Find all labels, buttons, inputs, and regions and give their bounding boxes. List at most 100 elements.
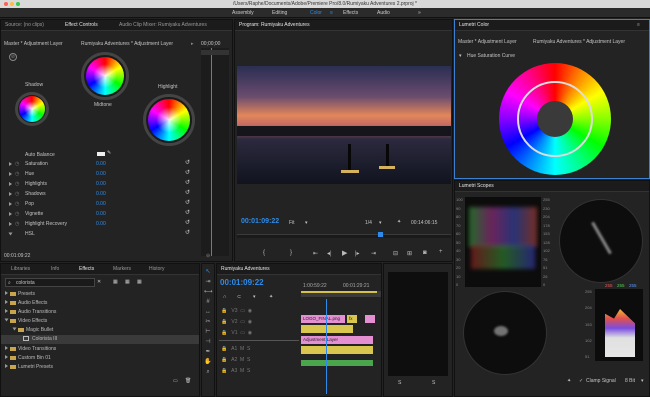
reset-icon[interactable]: ↺ [185,199,190,206]
snap-icon[interactable]: ∩ [223,294,227,300]
clip-v2[interactable] [301,325,353,333]
clip-adjustment-layer[interactable]: Adjustment Layer [301,336,373,344]
stopwatch-icon[interactable]: ◷ [15,161,19,167]
track-v3-header[interactable]: 🔒 V3 ▭ ◉ [221,308,252,314]
resolution-dropdown[interactable]: 1/4 [365,220,372,226]
hue-sat-collapse-icon[interactable]: ▾ [459,53,462,59]
expand-vignette-icon[interactable] [9,212,12,216]
new-bin-icon[interactable]: ▭ [173,378,178,384]
timeline-settings-icon[interactable]: ✦ [269,294,273,300]
tab-info[interactable]: Info [51,264,59,275]
expand-icon[interactable] [5,364,8,368]
button-editor-icon[interactable]: + [439,249,443,255]
program-current-time[interactable]: 00:01:09:22 [241,218,279,225]
yuv-effects-icon[interactable]: ▦ [137,279,142,285]
ec-expand-icon[interactable]: ▸ [191,41,194,47]
expand-hue-icon[interactable] [9,172,12,176]
workspace-effects[interactable]: Effects [343,8,358,18]
midtone-color-wheel[interactable] [86,57,124,95]
solo-right-button[interactable]: S [432,380,435,386]
workspace-color[interactable]: Color [310,8,322,18]
fit-dropdown[interactable]: Fit [289,220,295,226]
lumetri-target-clip[interactable]: Rumiyaku Adventures * Adjustment Layer [533,39,625,45]
tab-effects[interactable]: Effects [79,264,94,275]
stopwatch-icon[interactable]: ◷ [15,201,19,207]
zoom-tool-icon[interactable]: ⌕ [204,368,212,376]
track-select-tool-icon[interactable]: ⇥ [204,278,212,286]
bit-depth-dropdown[interactable]: 8 Bit [625,378,635,384]
work-area-bar[interactable] [301,291,377,293]
program-scrubber[interactable] [237,232,451,238]
timeline-ruler[interactable] [301,291,381,297]
hue-saturation-wheel[interactable] [499,63,611,175]
play-icon[interactable]: ▶ [342,249,347,257]
reset-icon[interactable]: ↺ [185,219,190,226]
tab-libraries[interactable]: Libraries [11,264,30,275]
tab-sequence[interactable]: Rumiyaku Adventures [221,264,270,275]
property-value[interactable]: 0.00 [96,161,106,167]
mark-out-icon[interactable]: } [290,250,292,256]
tree-item-audio-effects[interactable]: Audio Effects [5,300,47,306]
expand-pop-icon[interactable] [9,202,12,206]
go-to-out-icon[interactable]: ⇥ [371,250,376,257]
eyedropper-icon[interactable]: ✎ [107,150,111,156]
property-value[interactable]: 0.00 [96,181,106,187]
32bit-effects-icon[interactable]: ▦ [125,279,130,285]
step-back-icon[interactable]: ◂| [327,250,332,257]
tab-lumetri-color[interactable]: Lumetri Color [459,20,489,31]
slide-tool-icon[interactable]: ⊣ [204,338,212,346]
tree-item-lumetri-presets[interactable]: Lumetri Presets [5,364,53,370]
slip-tool-icon[interactable]: ⊢ [204,328,212,336]
expand-shadows-icon[interactable] [9,192,12,196]
minimize-window-icon[interactable] [10,2,14,6]
clear-search-icon[interactable]: ✕ [97,279,101,285]
stopwatch-icon[interactable]: ◷ [15,191,19,197]
target-clip-label[interactable]: Rumiyaku Adventures * Adjustment Layer [81,41,173,47]
expand-icon[interactable] [5,346,8,350]
fx-toggle-icon[interactable]: ⊘ [9,53,17,61]
accelerated-effects-icon[interactable]: ▦ [113,279,118,285]
expand-highlight-recovery-icon[interactable] [9,222,12,226]
ec-zoom-icon[interactable]: ⊖ [206,253,210,259]
stopwatch-icon[interactable]: ◷ [15,211,19,217]
bit-depth-chevron-icon[interactable]: ▾ [641,378,644,384]
expand-icon[interactable] [5,309,8,313]
clip-logo[interactable]: LOGO_FINAL.png [301,315,345,323]
stopwatch-icon[interactable]: ◷ [15,181,19,187]
shadow-color-wheel[interactable] [19,96,45,122]
tab-source[interactable]: Source: (no clips) [5,20,44,31]
reset-icon[interactable]: ↺ [185,189,190,196]
tree-item-magic-bullet[interactable]: Magic Bullet [12,327,53,333]
reset-icon[interactable]: ↺ [185,159,190,166]
property-value[interactable]: 0.00 [96,211,106,217]
effects-search-input[interactable]: ⌕ colorista [5,278,95,287]
tree-item-video-transitions[interactable]: Video Transitions [5,346,56,352]
stopwatch-icon[interactable]: ◷ [15,221,19,227]
close-window-icon[interactable] [4,2,8,6]
workspace-overflow-icon[interactable]: » [418,8,421,18]
zoom-window-icon[interactable] [16,2,20,6]
ec-playhead[interactable] [211,48,212,256]
timeline-playhead[interactable] [326,299,327,394]
linked-selection-icon[interactable]: ⊂ [237,294,241,300]
expand-icon[interactable] [5,300,8,304]
fit-chevron-icon[interactable]: ▾ [305,220,308,226]
tree-item-presets[interactable]: Presets [5,291,35,297]
auto-balance-swatch[interactable] [97,152,105,156]
program-playhead[interactable] [378,232,383,237]
workspace-assembly[interactable]: Assembly [232,8,254,18]
track-a2-header[interactable]: 🔒 A2 M S [221,357,250,363]
clip-audio-a1[interactable] [301,360,373,366]
track-a1-header[interactable]: 🔒 A1 M S [221,346,250,352]
tab-program[interactable]: Program: Rumiyaku Adventures [239,20,310,31]
property-value[interactable]: 0.00 [96,171,106,177]
tree-item-audio-transitions[interactable]: Audio Transitions [5,309,56,315]
tab-audio-clip-mixer[interactable]: Audio Clip Mixer: Rumiyaku Adventures [119,20,207,31]
highlight-color-wheel[interactable] [148,99,190,141]
workspace-menu-icon[interactable]: ≡ [330,8,333,18]
reset-icon[interactable]: ↺ [185,169,190,176]
collapse-icon[interactable] [12,327,17,331]
ec-timecode[interactable]: 00:01:09:22 [4,253,30,259]
add-marker-icon[interactable]: ▾ [253,294,256,300]
track-v1-header[interactable]: 🔒 V1 ▭ ◉ [221,330,252,336]
